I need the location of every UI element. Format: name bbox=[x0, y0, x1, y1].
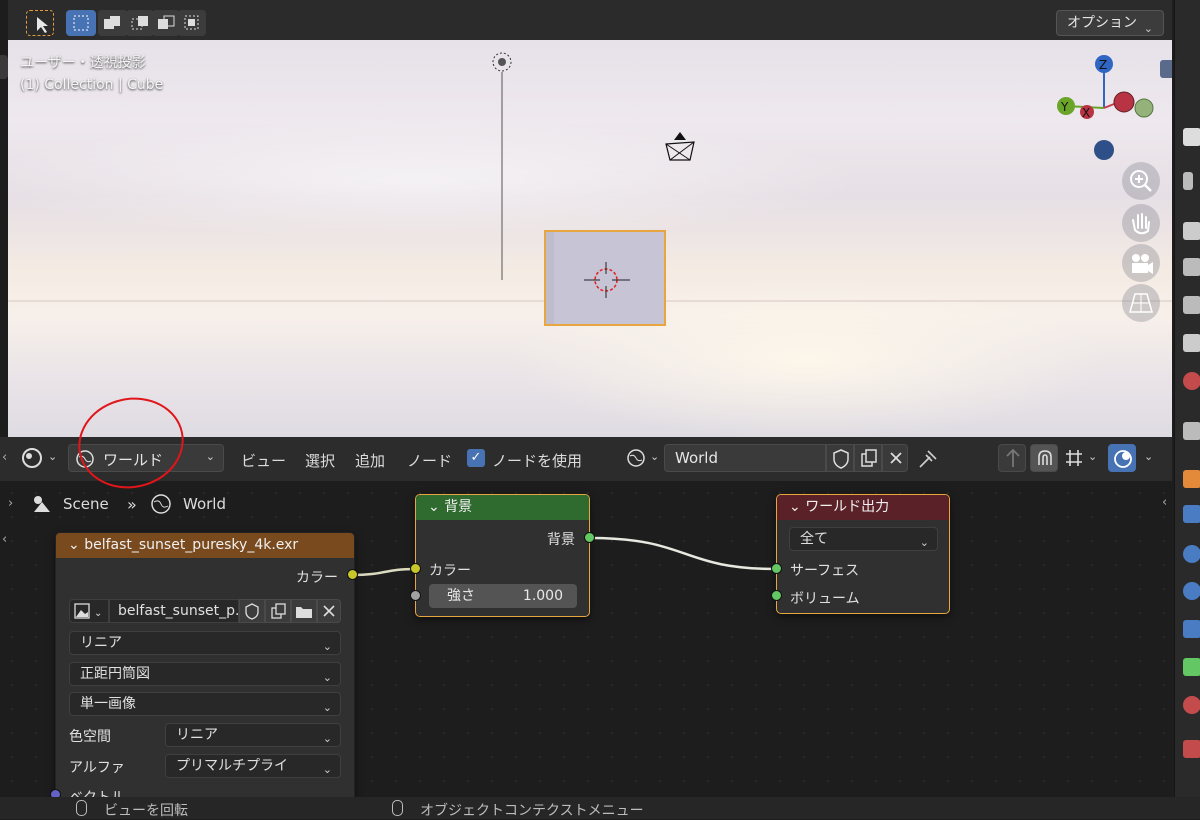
render-properties-icon[interactable] bbox=[1183, 222, 1200, 240]
volume-input-label: ボリューム bbox=[790, 591, 860, 607]
tool-settings-icon[interactable] bbox=[1183, 128, 1200, 146]
node-header[interactable]: ⌄ ワールド出力 bbox=[777, 495, 949, 520]
output-color-label: カラー bbox=[296, 570, 338, 586]
collapse-chevron-icon[interactable]: ⌄ bbox=[789, 499, 801, 515]
modifier-properties-icon[interactable] bbox=[1183, 505, 1200, 523]
output-properties-icon[interactable] bbox=[1183, 258, 1200, 276]
node-title: ワールド出力 bbox=[805, 499, 890, 515]
surface-input-label: サーフェス bbox=[790, 563, 860, 579]
surface-input-socket[interactable] bbox=[771, 563, 782, 574]
image-open-button[interactable] bbox=[291, 599, 317, 623]
color-space-label: 色空間 bbox=[69, 729, 111, 745]
image-icon: ⌄ bbox=[74, 603, 102, 619]
mouse-right-icon bbox=[392, 800, 403, 816]
alpha-label: アルファ bbox=[69, 760, 125, 776]
background-strength-input-socket[interactable] bbox=[410, 590, 421, 601]
chevron-down-icon: ⌄ bbox=[322, 732, 332, 745]
object-data-icon[interactable] bbox=[1183, 658, 1200, 676]
collection-properties-icon[interactable] bbox=[1183, 422, 1200, 440]
input-color-label: カラー bbox=[429, 563, 471, 579]
strength-value: 1.000 bbox=[522, 588, 563, 604]
projection-value: 正距円筒図 bbox=[80, 666, 150, 682]
scene-properties-icon[interactable] bbox=[1183, 334, 1200, 352]
particles-icon[interactable] bbox=[1183, 545, 1200, 563]
folder-icon bbox=[296, 607, 312, 618]
node-title: belfast_sunset_puresky_4k.exr bbox=[84, 537, 299, 553]
environment-texture-node[interactable]: ⌄ belfast_sunset_puresky_4k.exr カラー ⌄ be… bbox=[55, 532, 355, 802]
target-select[interactable]: 全て ⌄ bbox=[789, 527, 938, 551]
status-hint-context-menu: オブジェクトコンテクストメニュー bbox=[420, 803, 644, 819]
shield-icon bbox=[245, 603, 259, 620]
world-properties-icon[interactable] bbox=[1183, 372, 1200, 390]
color-space-select[interactable]: リニア ⌄ bbox=[165, 723, 341, 747]
properties-tab-strip bbox=[1174, 0, 1200, 800]
interpolation-value: リニア bbox=[80, 635, 122, 651]
constraints-icon[interactable] bbox=[1183, 620, 1200, 638]
wrench-tool-icon[interactable] bbox=[1183, 172, 1193, 190]
output-background-label: 背景 bbox=[547, 532, 575, 548]
background-output-socket[interactable] bbox=[584, 532, 595, 543]
node-header[interactable]: ⌄ 背景 bbox=[416, 495, 589, 520]
target-value: 全て bbox=[800, 531, 828, 547]
image-name-field[interactable]: belfast_sunset_p... bbox=[109, 599, 239, 623]
background-color-input-socket[interactable] bbox=[410, 563, 421, 574]
strength-label: 強さ bbox=[447, 588, 475, 604]
close-icon bbox=[323, 605, 335, 617]
chevron-down-icon: ⌄ bbox=[322, 763, 332, 776]
status-hint-rotate: ビューを回転 bbox=[104, 803, 188, 819]
collapse-chevron-icon[interactable]: ⌄ bbox=[68, 537, 80, 553]
projection-select[interactable]: 正距円筒図 ⌄ bbox=[69, 662, 341, 686]
chevron-down-icon: ⌄ bbox=[919, 536, 929, 549]
object-properties-icon[interactable] bbox=[1183, 470, 1200, 488]
svg-text:⌄: ⌄ bbox=[94, 608, 102, 619]
texture-color-output-socket[interactable] bbox=[347, 569, 358, 580]
physics-icon[interactable] bbox=[1183, 582, 1200, 600]
mouse-middle-icon bbox=[76, 800, 87, 816]
chevron-left-icon[interactable]: ‹ bbox=[2, 450, 7, 465]
image-unlink-button[interactable] bbox=[317, 599, 341, 623]
background-node[interactable]: ⌄ 背景 背景 カラー 強さ 1.000 bbox=[415, 494, 590, 617]
texture-properties-icon[interactable] bbox=[1183, 740, 1200, 758]
source-value: 単一画像 bbox=[80, 696, 136, 712]
image-name-value: belfast_sunset_p... bbox=[118, 603, 239, 619]
status-bar: ビューを回転 オブジェクトコンテクストメニュー bbox=[0, 797, 1200, 819]
chevron-left-icon[interactable]: ‹ bbox=[1162, 495, 1167, 510]
alpha-value: プリマルチプライ bbox=[176, 758, 288, 774]
node-header[interactable]: ⌄ belfast_sunset_puresky_4k.exr bbox=[56, 533, 354, 558]
node-title: 背景 bbox=[444, 499, 473, 515]
image-duplicate-button[interactable] bbox=[265, 599, 291, 623]
chevron-left-icon[interactable]: ‹ bbox=[2, 532, 7, 547]
chevron-down-icon: ⌄ bbox=[322, 640, 332, 653]
view-layer-icon[interactable] bbox=[1183, 296, 1200, 314]
volume-input-socket[interactable] bbox=[771, 590, 782, 601]
chevron-down-icon: ⌄ bbox=[322, 671, 332, 684]
interpolation-select[interactable]: リニア ⌄ bbox=[69, 631, 341, 655]
duplicate-icon bbox=[271, 603, 286, 619]
collapse-chevron-icon[interactable]: ⌄ bbox=[428, 499, 440, 515]
image-browse-dropdown[interactable]: ⌄ bbox=[69, 599, 109, 623]
image-fake-user-button[interactable] bbox=[239, 599, 265, 623]
material-properties-icon[interactable] bbox=[1183, 696, 1200, 714]
source-select[interactable]: 単一画像 ⌄ bbox=[69, 692, 341, 716]
chevron-down-icon: ⌄ bbox=[322, 701, 332, 714]
alpha-select[interactable]: プリマルチプライ ⌄ bbox=[165, 754, 341, 778]
strength-field[interactable]: 強さ 1.000 bbox=[429, 584, 577, 608]
world-output-node[interactable]: ⌄ ワールド出力 全て ⌄ サーフェス ボリューム bbox=[776, 494, 950, 614]
color-space-value: リニア bbox=[176, 727, 218, 743]
